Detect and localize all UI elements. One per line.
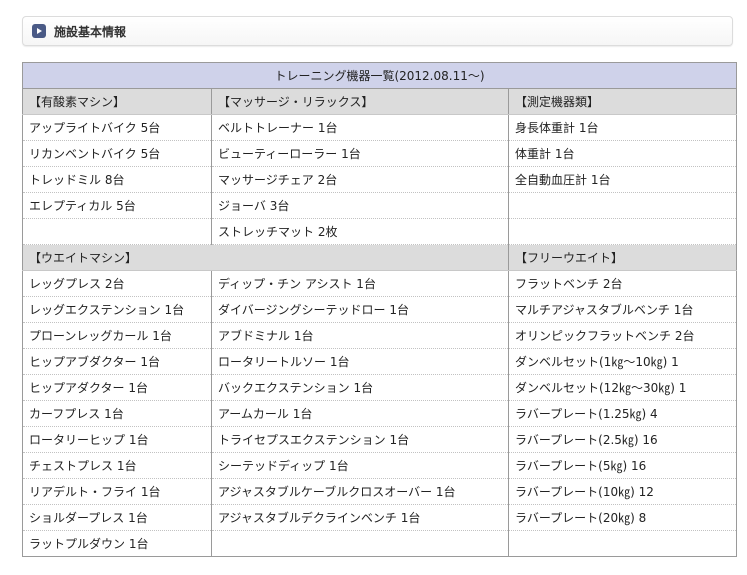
equipment-cell: ダンベルセット(12㎏～30㎏) 1 [508, 374, 737, 401]
equipment-cell: ビューティーローラー 1台 [211, 140, 509, 167]
equipment-cell: エレプティカル 5台 [22, 192, 212, 219]
category-header: 【フリーウエイト】 [508, 244, 737, 271]
table-row: レッグエクステンション 1台 ダイバージングシーテッドロー 1台 マルチアジャスタブ… [22, 296, 737, 323]
table-row: ロータリーヒップ 1台 トライセプスエクステンション 1台 ラバープレート(2.5㎏… [22, 426, 737, 453]
equipment-cell: プローンレッグカール 1台 [22, 322, 212, 349]
section-header: 施設基本情報 [22, 16, 733, 46]
equipment-cell: ジョーバ 3台 [211, 192, 509, 219]
equipment-cell: レッグエクステンション 1台 [22, 296, 212, 323]
table-row: アップライトバイク 5台 ベルトトレーナー 1台 身長体重計 1台 [22, 114, 737, 141]
equipment-cell: ヒップアブダクター 1台 [22, 348, 212, 375]
equipment-cell: チェストプレス 1台 [22, 452, 212, 479]
table-row: エレプティカル 5台 ジョーバ 3台 [22, 192, 737, 219]
equipment-cell [22, 218, 212, 245]
table-row: ストレッチマット 2枚 [22, 218, 737, 245]
equipment-cell [508, 218, 737, 245]
equipment-cell: ラバープレート(2.5㎏) 16 [508, 426, 737, 453]
equipment-cell: ラバープレート(1.25㎏) 4 [508, 400, 737, 427]
category-header: 【測定機器類】 [508, 88, 737, 115]
equipment-cell: トライセプスエクステンション 1台 [211, 426, 509, 453]
equipment-cell: ダンベルセット(1㎏～10㎏) 1 [508, 348, 737, 375]
table-row: リカンベントバイク 5台 ビューティーローラー 1台 体重計 1台 [22, 140, 737, 167]
equipment-cell: ラバープレート(10㎏) 12 [508, 478, 737, 505]
table-row: カーフプレス 1台 アームカール 1台 ラバープレート(1.25㎏) 4 [22, 400, 737, 427]
category-row: 【ウエイトマシン】 【フリーウエイト】 [22, 244, 737, 271]
equipment-cell: 全自動血圧計 1台 [508, 166, 737, 193]
equipment-cell: アジャスタブルケーブルクロスオーバー 1台 [211, 478, 509, 505]
table-row: チェストプレス 1台 シーテッドディップ 1台 ラバープレート(5㎏) 16 [22, 452, 737, 479]
equipment-cell: アップライトバイク 5台 [22, 114, 212, 141]
table-row: プローンレッグカール 1台 アブドミナル 1台 オリンピックフラットベンチ 2台 [22, 322, 737, 349]
equipment-cell: マルチアジャスタブルベンチ 1台 [508, 296, 737, 323]
equipment-cell: マッサージチェア 2台 [211, 166, 509, 193]
table-row: レッグプレス 2台 ディップ・チン アシスト 1台 フラットベンチ 2台 [22, 270, 737, 297]
equipment-cell: アブドミナル 1台 [211, 322, 509, 349]
table-row: トレッドミル 8台 マッサージチェア 2台 全自動血圧計 1台 [22, 166, 737, 193]
equipment-cell: ディップ・チン アシスト 1台 [211, 270, 509, 297]
equipment-cell: 体重計 1台 [508, 140, 737, 167]
equipment-cell: ヒップアダクター 1台 [22, 374, 212, 401]
table-row: ラットプルダウン 1台 [22, 530, 737, 557]
equipment-cell: カーフプレス 1台 [22, 400, 212, 427]
equipment-cell: ラバープレート(20㎏) 8 [508, 504, 737, 531]
category-header: 【マッサージ・リラックス】 [211, 88, 509, 115]
table-row: ヒップアブダクター 1台 ロータリートルソー 1台 ダンベルセット(1㎏～10㎏) … [22, 348, 737, 375]
table-row: ショルダープレス 1台 アジャスタブルデクラインベンチ 1台 ラバープレート(20㎏… [22, 504, 737, 531]
equipment-cell: シーテッドディップ 1台 [211, 452, 509, 479]
equipment-table: トレーニング機器一覧(2012.08.11～) 【有酸素マシン】 【マッサージ・リ… [22, 62, 737, 557]
category-row: 【有酸素マシン】 【マッサージ・リラックス】 【測定機器類】 [22, 88, 737, 115]
table-caption: トレーニング機器一覧(2012.08.11～) [22, 62, 737, 89]
play-icon [32, 24, 46, 38]
table-caption-row: トレーニング機器一覧(2012.08.11～) [22, 62, 737, 89]
category-header: 【ウエイトマシン】 [22, 244, 212, 271]
equipment-cell: ベルトトレーナー 1台 [211, 114, 509, 141]
equipment-cell: アームカール 1台 [211, 400, 509, 427]
equipment-cell: オリンピックフラットベンチ 2台 [508, 322, 737, 349]
equipment-cell: ダイバージングシーテッドロー 1台 [211, 296, 509, 323]
equipment-cell: フラットベンチ 2台 [508, 270, 737, 297]
equipment-cell: ショルダープレス 1台 [22, 504, 212, 531]
section-title: 施設基本情報 [54, 24, 127, 39]
category-header: 【有酸素マシン】 [22, 88, 212, 115]
equipment-cell: リカンベントバイク 5台 [22, 140, 212, 167]
equipment-cell: レッグプレス 2台 [22, 270, 212, 297]
equipment-cell [508, 192, 737, 219]
equipment-cell: リアデルト・フライ 1台 [22, 478, 212, 505]
table-row: リアデルト・フライ 1台 アジャスタブルケーブルクロスオーバー 1台 ラバープレート… [22, 478, 737, 505]
table-row: ヒップアダクター 1台 バックエクステンション 1台 ダンベルセット(12㎏～30㎏… [22, 374, 737, 401]
category-header [211, 244, 509, 271]
equipment-cell: バックエクステンション 1台 [211, 374, 509, 401]
equipment-cell: 身長体重計 1台 [508, 114, 737, 141]
equipment-cell [508, 530, 737, 557]
equipment-cell [211, 530, 509, 557]
equipment-cell: トレッドミル 8台 [22, 166, 212, 193]
equipment-cell: ラットプルダウン 1台 [22, 530, 212, 557]
equipment-cell: ロータリーヒップ 1台 [22, 426, 212, 453]
equipment-cell: ストレッチマット 2枚 [211, 218, 509, 245]
equipment-cell: アジャスタブルデクラインベンチ 1台 [211, 504, 509, 531]
equipment-cell: ロータリートルソー 1台 [211, 348, 509, 375]
equipment-cell: ラバープレート(5㎏) 16 [508, 452, 737, 479]
